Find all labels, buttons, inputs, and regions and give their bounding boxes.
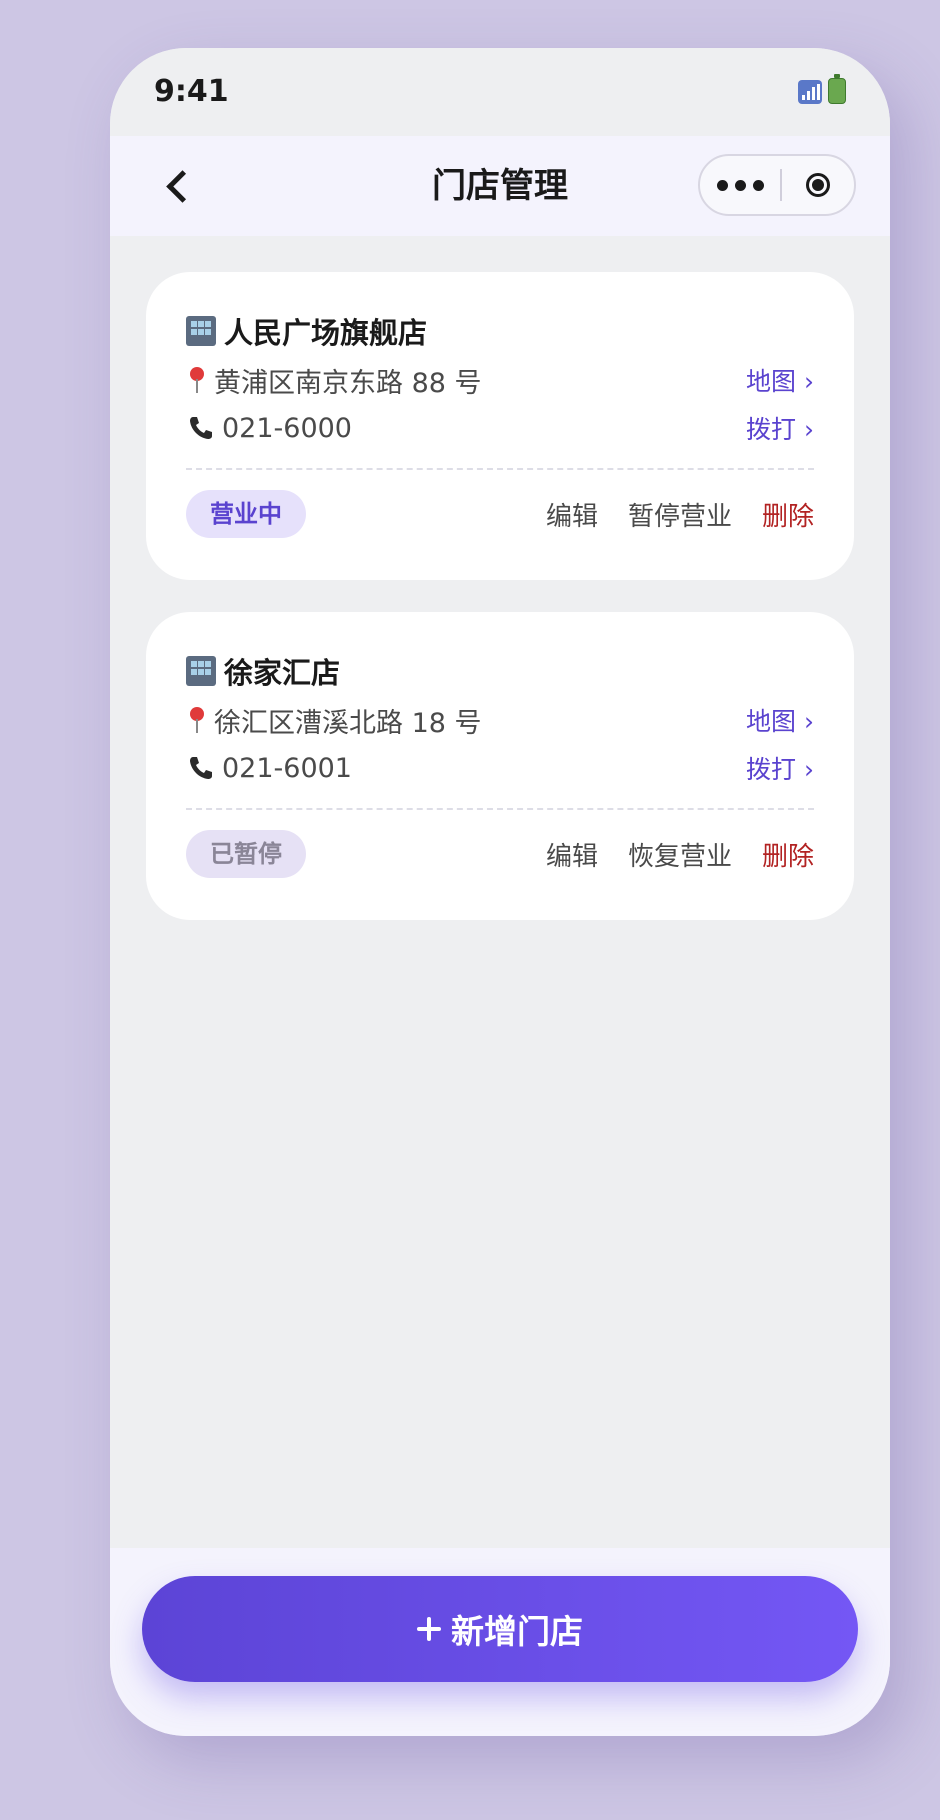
- more-dots-icon: [716, 179, 728, 191]
- status-badge: 已暂停: [186, 830, 306, 878]
- call-link[interactable]: 拨打 ›: [746, 750, 814, 786]
- edit-button[interactable]: 编辑: [546, 496, 598, 533]
- delete-button[interactable]: 删除: [762, 496, 814, 533]
- close-mini-program-button[interactable]: [782, 156, 854, 214]
- pin-icon: [186, 705, 208, 735]
- store-phone: 021-6001: [222, 752, 352, 784]
- store-phone: 021-6000: [222, 412, 352, 444]
- address-row: 黄浦区南京东路 88 号 地图 ›: [186, 360, 814, 400]
- nav-bar: 门店管理: [110, 136, 890, 236]
- signal-icon: [798, 80, 822, 104]
- phone-row: 021-6001 拨打 ›: [186, 748, 814, 788]
- edit-button[interactable]: 编辑: [546, 836, 598, 873]
- card-actions: 编辑 暂停营业 删除: [546, 490, 814, 538]
- status-icons: [798, 74, 846, 104]
- building-icon: [186, 316, 216, 346]
- mini-program-capsule: [698, 154, 856, 216]
- store-address: 黄浦区南京东路 88 号: [214, 367, 482, 399]
- card-actions: 编辑 恢复营业 删除: [546, 830, 814, 878]
- add-store-button[interactable]: 新增门店: [142, 1576, 858, 1682]
- phone-row: 021-6000 拨打 ›: [186, 408, 814, 448]
- map-link[interactable]: 地图 ›: [746, 362, 814, 398]
- close-target-icon: [806, 173, 830, 197]
- store-name: 徐家汇店: [186, 650, 340, 692]
- building-icon: [186, 656, 216, 686]
- resume-business-button[interactable]: 恢复营业: [628, 836, 732, 873]
- address-row: 徐汇区漕溪北路 18 号 地图 ›: [186, 700, 814, 740]
- delete-button[interactable]: 删除: [762, 836, 814, 873]
- add-store-label: 新增门店: [451, 1612, 583, 1651]
- back-button[interactable]: [150, 158, 206, 214]
- pin-icon: [186, 365, 208, 395]
- phone-icon: [186, 753, 216, 783]
- card-divider: [186, 468, 814, 470]
- store-address: 徐汇区漕溪北路 18 号: [214, 707, 482, 739]
- call-link[interactable]: 拨打 ›: [746, 410, 814, 446]
- more-button[interactable]: [700, 156, 780, 214]
- store-card: 徐家汇店 徐汇区漕溪北路 18 号 地图 › 021-6001 拨打 › 已暂停: [146, 612, 854, 920]
- battery-icon: [828, 74, 846, 104]
- store-name: 人民广场旗舰店: [186, 310, 427, 352]
- map-link[interactable]: 地图 ›: [746, 702, 814, 738]
- bottom-bar: 新增门店: [110, 1548, 890, 1736]
- chevron-left-icon: [165, 169, 199, 203]
- store-name-text: 徐家汇店: [224, 656, 341, 690]
- status-badge: 营业中: [186, 490, 306, 538]
- phone-frame: 9:41 门店管理 人民广场旗舰店 黄浦区南京东路 88 号 地图 › 021-…: [110, 48, 890, 1736]
- store-card: 人民广场旗舰店 黄浦区南京东路 88 号 地图 › 021-6000 拨打 › …: [146, 272, 854, 580]
- status-time: 9:41: [154, 74, 229, 109]
- status-bar: 9:41: [110, 48, 890, 136]
- plus-icon: [417, 1617, 441, 1641]
- store-name-text: 人民广场旗舰店: [224, 316, 428, 350]
- phone-icon: [186, 413, 216, 443]
- card-divider: [186, 808, 814, 810]
- pause-business-button[interactable]: 暂停营业: [628, 496, 732, 533]
